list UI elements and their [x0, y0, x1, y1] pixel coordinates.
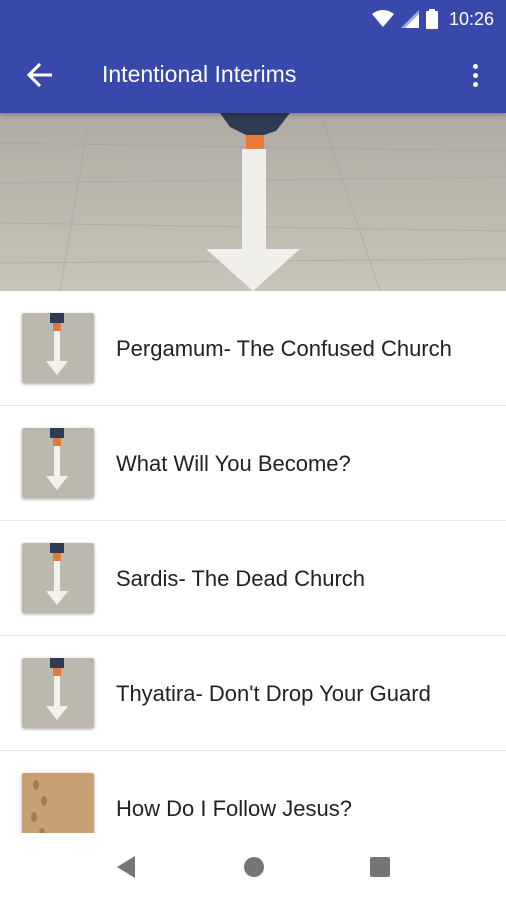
nav-home-button[interactable] [240, 853, 268, 881]
overflow-menu-button[interactable] [460, 55, 490, 95]
signal-icon [400, 10, 419, 28]
sermon-title: Pergamum- The Confused Church [116, 336, 452, 361]
sermon-title: Sardis- The Dead Church [116, 566, 366, 591]
app-bar: Intentional Interims [0, 37, 506, 113]
list-item[interactable]: Thyatira- Don't Drop Your Guard [0, 636, 506, 751]
battery-icon [425, 9, 438, 29]
system-nav-bar [0, 833, 506, 900]
sermon-title: How Do I Follow Jesus? [116, 796, 352, 821]
wifi-icon [371, 10, 394, 27]
series-hero-image [0, 113, 506, 291]
recents-square-icon [370, 857, 390, 877]
status-icons: 10:26 [371, 7, 494, 31]
arrow-road-thumb [22, 658, 94, 728]
back-triangle-icon [117, 856, 135, 878]
arrow-back-icon [27, 63, 52, 87]
page-title: Intentional Interims [102, 61, 297, 87]
sermon-title: Thyatira- Don't Drop Your Guard [116, 681, 431, 706]
arrow-road-thumb [22, 543, 94, 613]
status-bar: 10:26 [0, 0, 506, 37]
arrow-road-thumb [22, 313, 94, 383]
back-button[interactable] [20, 55, 60, 95]
list-item[interactable]: What Will You Become? [0, 406, 506, 521]
home-circle-icon [244, 857, 264, 877]
nav-back-button[interactable] [112, 853, 140, 881]
arrow-road-thumb [22, 428, 94, 498]
sermon-title: What Will You Become? [116, 451, 351, 476]
nav-recents-button[interactable] [366, 853, 394, 881]
list-item[interactable]: Sardis- The Dead Church [0, 521, 506, 636]
arrow-road-image [0, 113, 506, 291]
clock: 10:26 [448, 8, 494, 29]
list-item[interactable]: Pergamum- The Confused Church [0, 291, 506, 406]
sermon-list: Pergamum- The Confused Church What Will … [0, 291, 506, 866]
more-vert-icon [472, 63, 478, 69]
